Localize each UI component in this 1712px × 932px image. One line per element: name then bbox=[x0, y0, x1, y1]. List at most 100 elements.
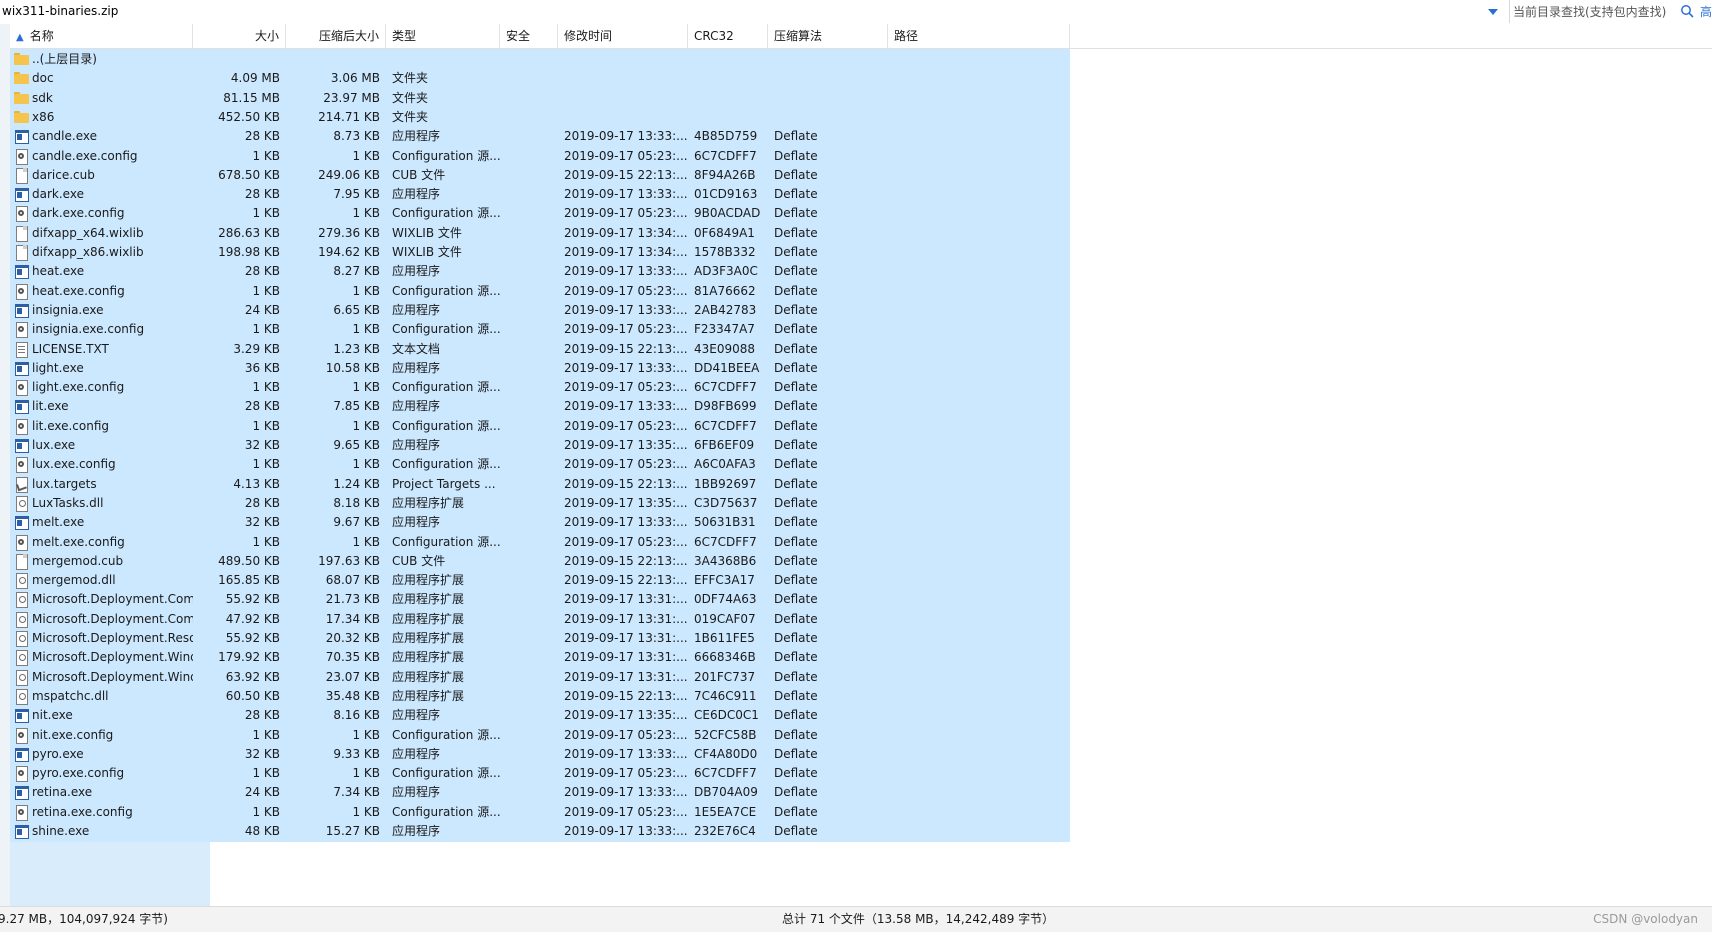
cell-method: Deflate bbox=[774, 283, 818, 298]
file-row[interactable]: heat.exe.config 1 KB 1 KB Configuration 源..… bbox=[10, 280, 1070, 302]
file-row[interactable]: melt.exe.config 1 KB 1 KB Configuration 源..… bbox=[10, 531, 1070, 553]
search-icon[interactable] bbox=[1680, 4, 1694, 18]
path-dropdown-button[interactable] bbox=[1481, 0, 1505, 23]
cell-security bbox=[500, 416, 558, 437]
cell-modified: 2019-09-17 05:23:... bbox=[564, 457, 688, 472]
cell-size: 1 KB bbox=[252, 322, 280, 337]
cell-security bbox=[500, 319, 558, 340]
file-row[interactable]: doc 4.09 MB 3.06 MB 文件夹 bbox=[10, 68, 1070, 90]
column-header-size[interactable]: 大小 bbox=[193, 24, 286, 48]
cell-security bbox=[500, 107, 558, 128]
file-row[interactable]: heat.exe 28 KB 8.27 KB 应用程序 2019-09-17 13:33… bbox=[10, 261, 1070, 283]
cell-method: Deflate bbox=[774, 302, 818, 317]
cell-type: WIXLIB 文件 bbox=[392, 245, 462, 259]
cell-security bbox=[500, 551, 558, 572]
file-row[interactable]: lux.targets 4.13 KB 1.24 KB Project Targets… bbox=[10, 473, 1070, 495]
cell-name: lit.exe bbox=[32, 399, 69, 414]
cell-size: 179.92 KB bbox=[218, 650, 280, 665]
cell-name: retina.exe.config bbox=[32, 804, 133, 819]
file-row[interactable]: lux.exe.config 1 KB 1 KB Configuration 源...… bbox=[10, 454, 1070, 476]
cell-crc: D98FB699 bbox=[694, 399, 757, 414]
cell-path bbox=[888, 396, 1070, 417]
search-mode-toggle[interactable]: 高 bbox=[1700, 3, 1712, 20]
cell-name: lux.exe bbox=[32, 438, 76, 452]
sort-ascending-icon: ▲ bbox=[16, 32, 24, 43]
file-row[interactable]: Microsoft.Deployment.Com... 55.92 KB 21.73… bbox=[10, 589, 1070, 611]
cell-type: 应用程序扩展 bbox=[392, 631, 465, 645]
file-row[interactable]: nit.exe.config 1 KB 1 KB Configuration 源...… bbox=[10, 724, 1070, 746]
file-row[interactable]: Microsoft.Deployment.Reso... 55.92 KB 20.3… bbox=[10, 628, 1070, 649]
file-row[interactable]: shine.exe 48 KB 15.27 KB 应用程序 2019-09-17 13:… bbox=[10, 821, 1070, 842]
file-row[interactable]: LuxTasks.dll 28 KB 8.18 KB 应用程序扩展 2019-09-17… bbox=[10, 492, 1070, 514]
file-row[interactable]: Microsoft.Deployment.Wind... 179.92 KB 70.… bbox=[10, 647, 1070, 669]
cell-security bbox=[500, 454, 558, 475]
file-row[interactable]: candle.exe.config 1 KB 1 KB Configuration 源… bbox=[10, 145, 1070, 167]
file-row[interactable]: darice.cub 678.50 KB 249.06 KB CUB 文件 2019-0… bbox=[10, 164, 1070, 186]
cell-security bbox=[500, 203, 558, 224]
cell-crc: 2AB42783 bbox=[694, 302, 757, 317]
cell-packed: 8.18 KB bbox=[333, 495, 380, 510]
file-row[interactable]: LICENSE.TXT 3.29 KB 1.23 KB 文本文档 2019-09-15 … bbox=[10, 338, 1070, 360]
file-row[interactable]: difxapp_x64.wixlib 286.63 KB 279.36 KB WIXL… bbox=[10, 222, 1070, 244]
file-row[interactable]: Microsoft.Deployment.Wind... 63.92 KB 23.0… bbox=[10, 666, 1070, 688]
file-row[interactable]: pyro.exe 32 KB 9.33 KB 应用程序 2019-09-17 13:33… bbox=[10, 743, 1070, 765]
file-row[interactable]: lit.exe.config 1 KB 1 KB Configuration 源...… bbox=[10, 415, 1070, 437]
file-row[interactable]: nit.exe 28 KB 8.16 KB 应用程序 2019-09-17 13:35:… bbox=[10, 705, 1070, 727]
column-header-method[interactable]: 压缩算法 bbox=[768, 24, 888, 48]
cell-path bbox=[888, 146, 1070, 167]
file-row[interactable]: candle.exe 28 KB 8.73 KB 应用程序 2019-09-17 13:… bbox=[10, 126, 1070, 148]
cell-name: x86 bbox=[32, 109, 55, 124]
column-header-modified[interactable]: 修改时间 bbox=[558, 24, 688, 48]
cell-modified: 2019-09-17 13:33:... bbox=[564, 785, 688, 800]
file-row[interactable]: mspatchc.dll 60.50 KB 35.48 KB 应用程序扩展 2019-0… bbox=[10, 685, 1070, 707]
cell-name: pyro.exe bbox=[32, 746, 84, 761]
file-row[interactable]: lit.exe 28 KB 7.85 KB 应用程序 2019-09-17 13:33:… bbox=[10, 396, 1070, 418]
cell-size: 28 KB bbox=[244, 495, 280, 510]
cell-size: 48 KB bbox=[244, 824, 280, 838]
column-header-name[interactable]: ▲ 名称 bbox=[10, 24, 193, 48]
file-row[interactable]: light.exe 36 KB 10.58 KB 应用程序 2019-09-17 13:… bbox=[10, 357, 1070, 379]
cell-method: Deflate bbox=[774, 438, 818, 452]
file-row[interactable]: melt.exe 32 KB 9.67 KB 应用程序 2019-09-17 13:33… bbox=[10, 512, 1070, 534]
file-row[interactable]: insignia.exe.config 1 KB 1 KB Configuration… bbox=[10, 319, 1070, 341]
column-header-security[interactable]: 安全 bbox=[500, 24, 558, 48]
column-header-crc[interactable]: CRC32 bbox=[688, 24, 768, 48]
file-row[interactable]: insignia.exe 24 KB 6.65 KB 应用程序 2019-09-17 1… bbox=[10, 299, 1070, 321]
file-row[interactable]: sdk 81.15 MB 23.97 MB 文件夹 bbox=[10, 87, 1070, 109]
file-row[interactable]: retina.exe.config 1 KB 1 KB Configuration 源… bbox=[10, 801, 1070, 823]
file-row[interactable]: Microsoft.Deployment.Com... 47.92 KB 17.34… bbox=[10, 608, 1070, 630]
file-row[interactable]: lux.exe 32 KB 9.65 KB 应用程序 2019-09-17 13:35:… bbox=[10, 435, 1070, 456]
search-box bbox=[1509, 0, 1699, 23]
cell-name: lit.exe.config bbox=[32, 418, 110, 433]
cell-crc: F23347A7 bbox=[694, 322, 755, 337]
cell-method bbox=[768, 68, 888, 89]
cell-modified: 2019-09-17 05:23:... bbox=[564, 804, 688, 819]
column-header-type[interactable]: 类型 bbox=[386, 24, 500, 48]
cell-packed: 194.62 KB bbox=[318, 245, 380, 259]
cell-packed: 17.34 KB bbox=[325, 611, 380, 626]
file-row[interactable]: ..(上层目录) bbox=[10, 49, 1070, 70]
file-row[interactable]: mergemod.cub 489.50 KB 197.63 KB CUB 文件 2019… bbox=[10, 550, 1070, 572]
file-row[interactable]: dark.exe 28 KB 7.95 KB 应用程序 2019-09-17 13:33… bbox=[10, 184, 1070, 206]
archive-path[interactable]: wix311-binaries.zip bbox=[0, 0, 1507, 23]
file-row[interactable]: mergemod.dll 165.85 KB 68.07 KB 应用程序扩展 2019-… bbox=[10, 570, 1070, 592]
file-row[interactable]: retina.exe 24 KB 7.34 KB 应用程序 2019-09-17 13:… bbox=[10, 782, 1070, 804]
cell-method: Deflate bbox=[774, 650, 818, 665]
search-input[interactable] bbox=[1513, 2, 1673, 21]
file-row[interactable]: difxapp_x86.wixlib 198.98 KB 194.62 KB WIXL… bbox=[10, 242, 1070, 263]
cell-modified: 2019-09-17 13:33:... bbox=[564, 264, 688, 279]
cell-type: 应用程序扩展 bbox=[392, 573, 465, 588]
column-header-path[interactable]: 路径 bbox=[888, 24, 1070, 48]
file-row[interactable]: pyro.exe.config 1 KB 1 KB Configuration 源..… bbox=[10, 763, 1070, 785]
cell-type: 应用程序 bbox=[392, 360, 441, 375]
file-row[interactable]: x86 452.50 KB 214.71 KB 文件夹 bbox=[10, 106, 1070, 128]
cell-type: 应用程序 bbox=[392, 264, 441, 279]
file-row[interactable]: light.exe.config 1 KB 1 KB Configuration 源.… bbox=[10, 377, 1070, 399]
cell-type: CUB 文件 bbox=[392, 553, 446, 568]
column-header-packed[interactable]: 压缩后大小 bbox=[286, 24, 386, 48]
cell-method: Deflate bbox=[774, 245, 818, 259]
file-row[interactable]: dark.exe.config 1 KB 1 KB Configuration 源..… bbox=[10, 203, 1070, 225]
cell-size: 1 KB bbox=[252, 380, 280, 395]
cell-size: 1 KB bbox=[252, 206, 280, 221]
cell-crc: AD3F3A0C bbox=[694, 264, 758, 279]
